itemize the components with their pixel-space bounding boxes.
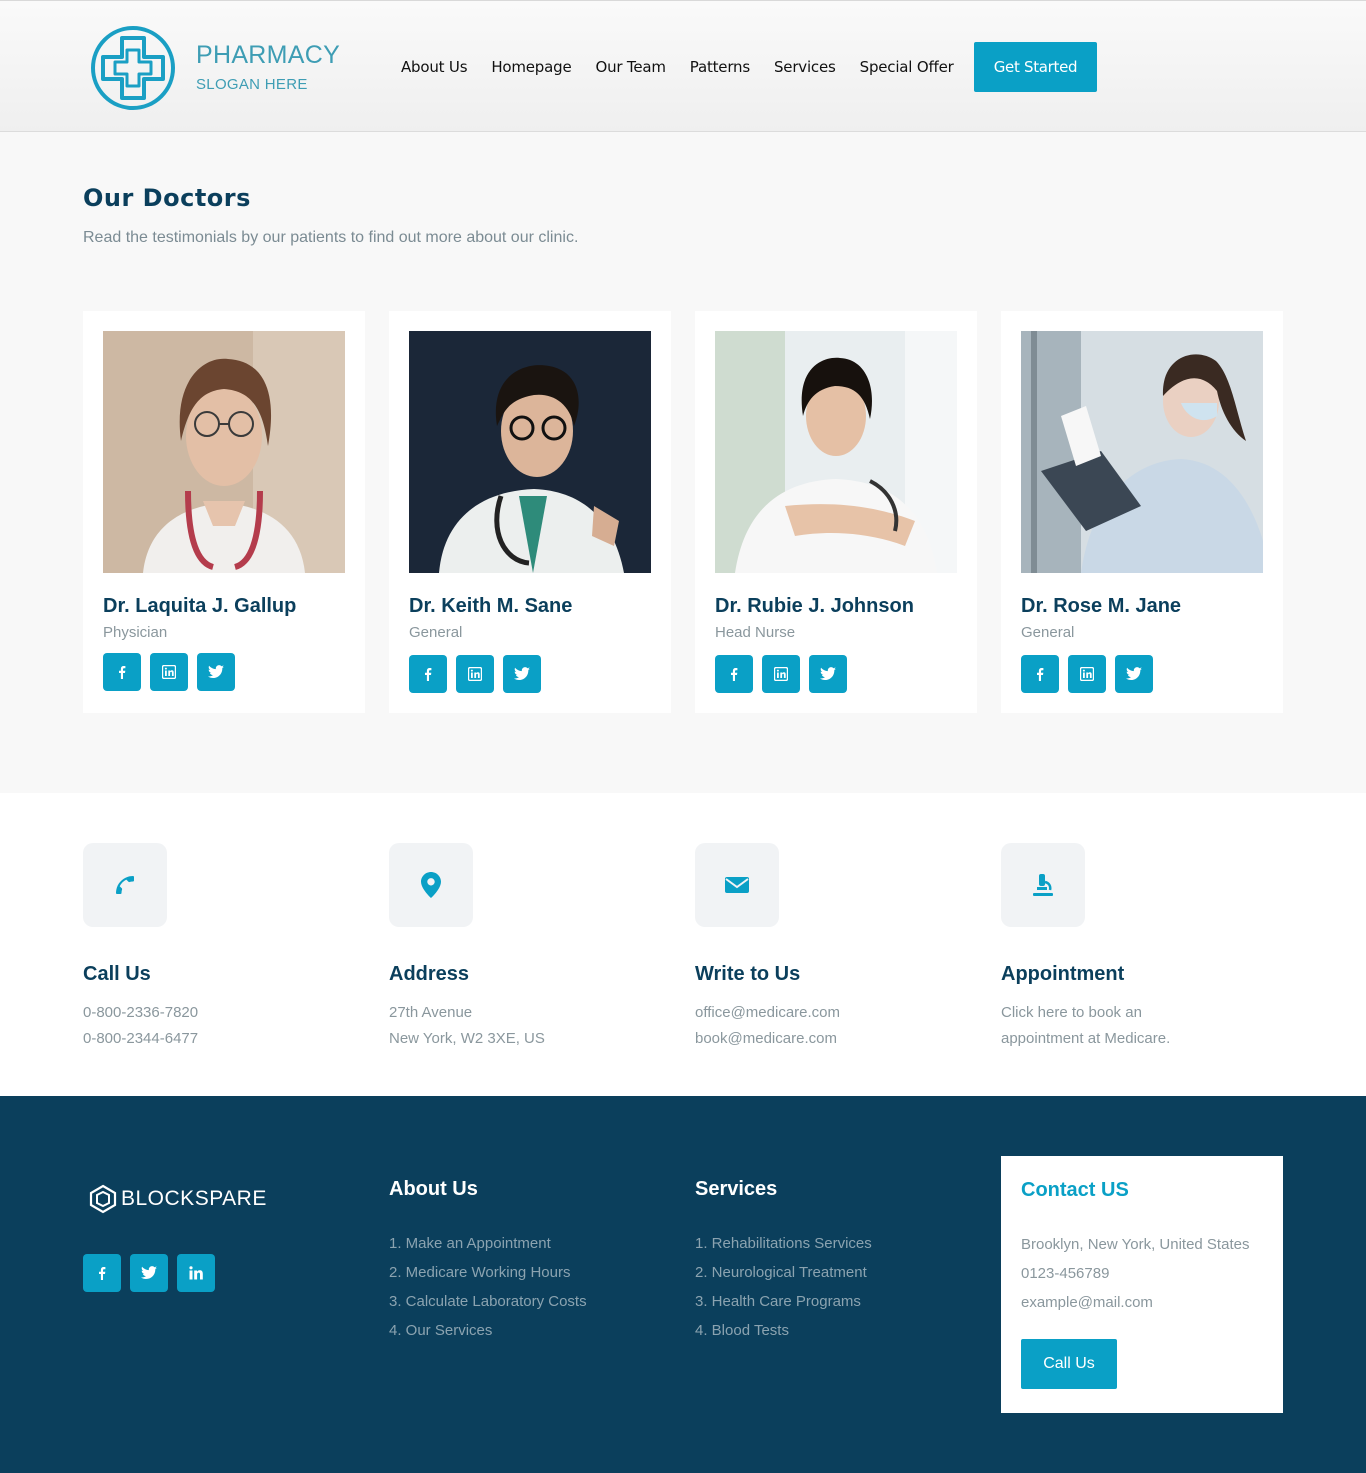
site-header: PHARMACY SLOGAN HERE About Us Homepage O… — [0, 0, 1366, 132]
doctor-name: Dr. Rose M. Jane — [1021, 595, 1182, 617]
brand-slogan: SLOGAN HERE — [196, 76, 308, 93]
nav-about-us[interactable]: About Us — [401, 58, 468, 76]
footer-brand[interactable]: BLOCKSPARE — [87, 1183, 267, 1215]
doctor-socials — [103, 653, 235, 691]
doctor-role: General — [1021, 624, 1075, 641]
linkedin-icon[interactable] — [762, 655, 800, 693]
linkedin-icon[interactable] — [177, 1254, 215, 1292]
doctors-subtitle: Read the testimonials by our patients to… — [83, 229, 579, 246]
doctor-card: Dr. Keith M. Sane General — [389, 311, 671, 713]
doctor-photo — [103, 331, 345, 573]
address-line: 27th Avenue — [389, 1004, 473, 1021]
info-call-us: Call Us 0-800-2336-7820 0-800-2344-6477 — [83, 843, 363, 1052]
microscope-icon — [1001, 843, 1085, 927]
footer-about-link[interactable]: 3. Calculate Laboratory Costs — [389, 1287, 587, 1316]
twitter-icon[interactable] — [197, 653, 235, 691]
footer-socials — [83, 1254, 215, 1292]
phone-icon — [83, 843, 167, 927]
nav-services[interactable]: Services — [774, 58, 836, 76]
footer-contact-box: Contact US Brooklyn, New York, United St… — [1001, 1156, 1283, 1413]
footer-about-link[interactable]: 4. Our Services — [389, 1316, 587, 1345]
pharmacy-cross-logo-icon[interactable] — [89, 24, 177, 112]
doctor-socials — [715, 655, 847, 693]
doctor-name: Dr. Keith M. Sane — [409, 595, 573, 617]
doctors-title: Our Doctors — [83, 184, 251, 212]
facebook-icon[interactable] — [409, 655, 447, 693]
facebook-icon[interactable] — [1021, 655, 1059, 693]
info-title: Call Us — [83, 963, 151, 985]
nav-special-offer[interactable]: Special Offer — [860, 58, 954, 76]
footer-service-link[interactable]: 4. Blood Tests — [695, 1316, 872, 1345]
doctor-role: General — [409, 624, 463, 641]
phone-number[interactable]: 0-800-2344-6477 — [83, 1026, 363, 1052]
twitter-icon[interactable] — [1115, 655, 1153, 693]
contact-email[interactable]: example@mail.com — [1021, 1288, 1263, 1317]
info-write-to-us: Write to Us office@medicare.com book@med… — [695, 843, 975, 1052]
facebook-icon[interactable] — [83, 1254, 121, 1292]
doctor-card: Dr. Rose M. Jane General — [1001, 311, 1283, 713]
linkedin-icon[interactable] — [150, 653, 188, 691]
doctor-socials — [409, 655, 541, 693]
doctor-card: Dr. Laquita J. Gallup Physician — [83, 311, 365, 713]
envelope-icon — [695, 843, 779, 927]
contact-phone[interactable]: 0123-456789 — [1021, 1259, 1263, 1288]
appointment-text[interactable]: Click here to book an — [1001, 1000, 1281, 1026]
twitter-icon[interactable] — [503, 655, 541, 693]
blockspare-logo-icon — [89, 1184, 117, 1214]
facebook-icon[interactable] — [715, 655, 753, 693]
main-nav: About Us Homepage Our Team Patterns Serv… — [401, 58, 954, 76]
footer-service-link[interactable]: 3. Health Care Programs — [695, 1287, 872, 1316]
footer-contact-title: Contact US — [1021, 1179, 1129, 1201]
facebook-icon[interactable] — [103, 653, 141, 691]
doctor-photo — [715, 331, 957, 573]
doctor-role: Head Nurse — [715, 624, 796, 641]
footer-about-link[interactable]: 2. Medicare Working Hours — [389, 1258, 587, 1287]
doctor-role: Physician — [103, 624, 168, 641]
email-link[interactable]: book@medicare.com — [695, 1026, 975, 1052]
footer-about-title: About Us — [389, 1178, 478, 1200]
nav-our-team[interactable]: Our Team — [595, 58, 665, 76]
appointment-text[interactable]: appointment at Medicare. — [1001, 1026, 1281, 1052]
nav-homepage[interactable]: Homepage — [491, 58, 571, 76]
get-started-button[interactable]: Get Started — [974, 42, 1097, 92]
footer-about-column: About Us 1. Make an Appointment 2. Medic… — [389, 1178, 587, 1345]
info-address: Address 27th Avenue New York, W2 3XE, US — [389, 843, 669, 1052]
twitter-icon[interactable] — [130, 1254, 168, 1292]
footer-brand-name: BLOCKSPARE — [121, 1187, 267, 1210]
footer-service-link[interactable]: 2. Neurological Treatment — [695, 1258, 872, 1287]
info-title: Appointment — [1001, 963, 1125, 985]
doctor-name: Dr. Laquita J. Gallup — [103, 595, 297, 617]
linkedin-icon[interactable] — [1068, 655, 1106, 693]
brand-name: PHARMACY — [196, 41, 341, 69]
footer-about-link[interactable]: 1. Make an Appointment — [389, 1229, 587, 1258]
footer-services-title: Services — [695, 1178, 778, 1200]
info-title: Write to Us — [695, 963, 801, 985]
footer-service-link[interactable]: 1. Rehabilitations Services — [695, 1229, 872, 1258]
doctor-photo — [1021, 331, 1263, 573]
info-title: Address — [389, 963, 470, 985]
contact-address: Brooklyn, New York, United States — [1021, 1236, 1250, 1253]
linkedin-icon[interactable] — [456, 655, 494, 693]
doctor-photo — [409, 331, 651, 573]
nav-patterns[interactable]: Patterns — [690, 58, 750, 76]
footer-services-column: Services 1. Rehabilitations Services 2. … — [695, 1178, 872, 1345]
doctor-socials — [1021, 655, 1153, 693]
doctor-name: Dr. Rubie J. Johnson — [715, 595, 914, 617]
address-line: New York, W2 3XE, US — [389, 1030, 545, 1047]
phone-number[interactable]: 0-800-2336-7820 — [83, 1000, 363, 1026]
doctor-card: Dr. Rubie J. Johnson Head Nurse — [695, 311, 977, 713]
twitter-icon[interactable] — [809, 655, 847, 693]
map-pin-icon — [389, 843, 473, 927]
call-us-button[interactable]: Call Us — [1021, 1339, 1117, 1389]
email-link[interactable]: office@medicare.com — [695, 1000, 975, 1026]
info-appointment: Appointment Click here to book an appoin… — [1001, 843, 1281, 1052]
